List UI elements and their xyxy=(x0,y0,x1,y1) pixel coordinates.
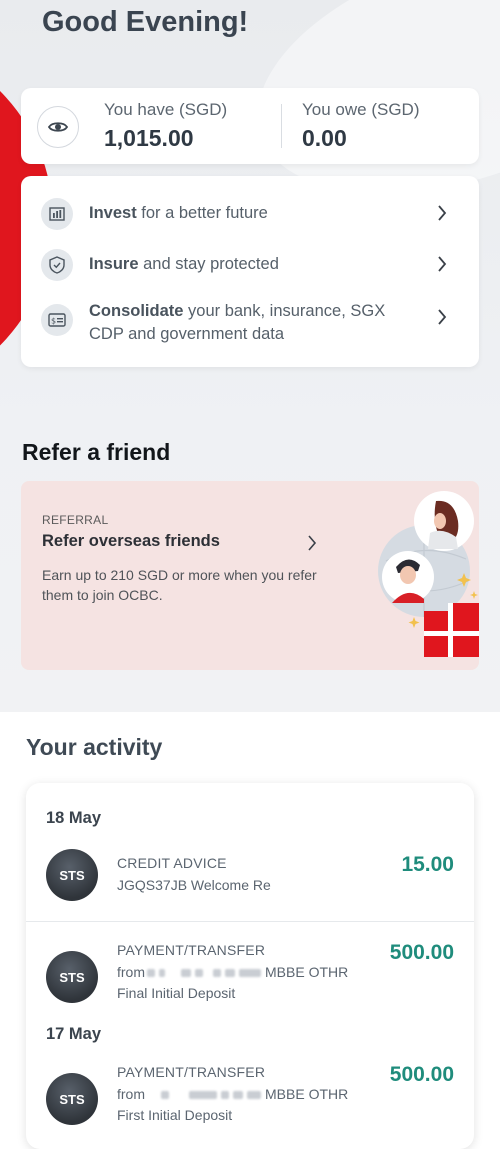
consolidate-icon: $ xyxy=(41,304,73,336)
referral-illustration xyxy=(378,491,479,657)
action-invest-label: Invest for a better future xyxy=(89,204,268,222)
activity-section: Your activity 18 May STS CREDIT ADVICE J… xyxy=(0,712,500,1149)
action-consolidate-label: Consolidate your bank, insurance, SGX CD… xyxy=(89,302,386,343)
transaction-details: PAYMENT/TRANSFER from MBBE OTHR First Ini… xyxy=(117,1062,377,1127)
chevron-right-icon xyxy=(433,204,451,222)
balance-divider xyxy=(281,104,282,148)
divider xyxy=(26,921,474,922)
chevron-right-icon xyxy=(433,308,451,326)
date-group-label: 17 May xyxy=(46,1025,102,1043)
transaction-amount: 500.00 xyxy=(389,941,454,964)
avatar: STS xyxy=(46,849,98,901)
refer-section-title: Refer a friend xyxy=(22,439,171,465)
transaction-description: from MBBE OTHR xyxy=(117,1085,349,1102)
transaction-row[interactable]: STS PAYMENT/TRANSFER from MBBE OTHR Final… xyxy=(26,933,474,1011)
transaction-amount: 15.00 xyxy=(401,853,454,876)
transaction-row[interactable]: STS PAYMENT/TRANSFER from MBBE OTHR First… xyxy=(26,1055,474,1135)
greeting-title: Good Evening! xyxy=(42,6,249,38)
action-insure-label: Insure and stay protected xyxy=(89,255,279,273)
transaction-row[interactable]: STS CREDIT ADVICE JGQS37JB Welcome Re 15… xyxy=(26,841,474,921)
bar-chart-icon xyxy=(41,198,73,230)
you-have-label: You have (SGD) xyxy=(104,100,228,119)
svg-text:$: $ xyxy=(51,317,56,326)
action-invest[interactable]: Invest for a better future xyxy=(21,198,479,230)
shield-check-icon xyxy=(41,249,73,281)
activity-title: Your activity xyxy=(26,734,163,760)
chevron-right-icon xyxy=(433,255,451,273)
date-group-label: 18 May xyxy=(46,809,102,827)
you-owe-label: You owe (SGD) xyxy=(302,100,420,119)
transaction-details: PAYMENT/TRANSFER from MBBE OTHR Final Ini… xyxy=(117,940,377,1005)
chevron-right-icon xyxy=(307,535,325,553)
transaction-note: Final Initial Deposit xyxy=(117,985,236,1001)
transaction-type: PAYMENT/TRANSFER xyxy=(117,1064,266,1080)
avatar: STS xyxy=(46,1073,98,1125)
action-insure[interactable]: Insure and stay protected xyxy=(21,249,479,281)
transaction-description: from MBBE OTHR xyxy=(117,963,349,980)
transaction-details: CREDIT ADVICE JGQS37JB Welcome Re xyxy=(117,853,377,896)
referral-banner[interactable]: REFERRAL Refer overseas friends Earn up … xyxy=(21,481,479,670)
toggle-balance-visibility-button[interactable] xyxy=(37,106,79,148)
transaction-type: PAYMENT/TRANSFER xyxy=(117,942,266,958)
you-owe-block: You owe (SGD) 0.00 xyxy=(302,100,419,152)
balance-card: You have (SGD) 1,015.00 You owe (SGD) 0.… xyxy=(21,88,479,164)
quick-actions-card: Invest for a better future Insure and st… xyxy=(21,176,479,367)
you-have-value: 1,015.00 xyxy=(104,125,194,151)
you-have-block: You have (SGD) 1,015.00 xyxy=(104,100,227,152)
transaction-type: CREDIT ADVICE xyxy=(117,855,227,871)
transaction-note: First Initial Deposit xyxy=(117,1107,233,1123)
referral-heading: Refer overseas friends xyxy=(42,532,220,550)
you-owe-value: 0.00 xyxy=(302,125,347,151)
transaction-amount: 500.00 xyxy=(389,1063,454,1086)
activity-card: 18 May STS CREDIT ADVICE JGQS37JB Welcom… xyxy=(26,783,474,1149)
transaction-description: JGQS37JB Welcome Re xyxy=(117,876,271,893)
referral-description: Earn up to 210 SGD or more when you refe… xyxy=(42,567,317,603)
referral-tag: REFERRAL xyxy=(42,513,109,527)
dashboard-header-area: Good Evening! You have (SGD) 1,015.00 Yo… xyxy=(0,0,500,712)
avatar: STS xyxy=(46,951,98,1003)
action-consolidate[interactable]: $ Consolidate your bank, insurance, SGX … xyxy=(21,300,479,350)
eye-icon xyxy=(48,122,68,132)
